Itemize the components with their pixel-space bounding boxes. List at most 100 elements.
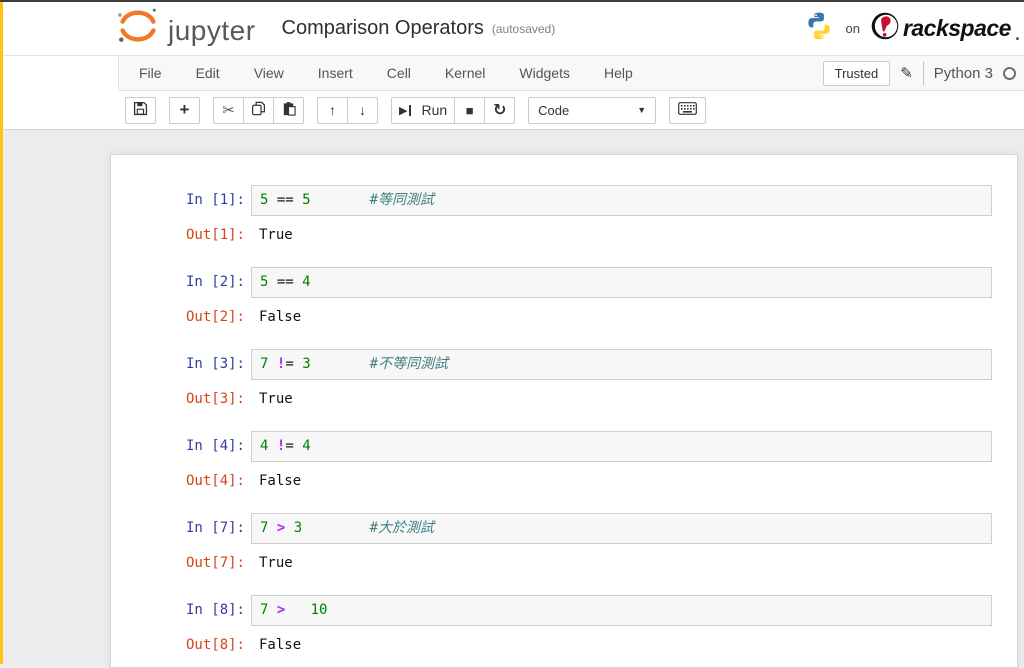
cell-output-row: Out[4]: False bbox=[111, 473, 1017, 490]
rackspace-logo-icon bbox=[871, 12, 899, 45]
rackspace-trademark-dot: . bbox=[1014, 24, 1020, 44]
notebook-cell: In [3]: 7 != 3 #不等同測試 Out[3]: True bbox=[111, 349, 1017, 408]
copy-button[interactable] bbox=[243, 96, 274, 124]
input-prompt: In [8]: bbox=[185, 602, 245, 618]
cell-input-row: In [4]: 4 != 4 bbox=[111, 431, 1017, 462]
menu-file[interactable]: File bbox=[125, 58, 176, 88]
output-text: False bbox=[259, 473, 302, 489]
output-text: True bbox=[259, 555, 293, 571]
code-line: 5 == 4 bbox=[260, 274, 311, 290]
jupyter-logo-icon bbox=[116, 6, 160, 51]
input-prompt: In [3]: bbox=[185, 356, 245, 372]
output-prompt: Out[2]: bbox=[185, 309, 245, 325]
code-input[interactable]: 7 > 10 bbox=[251, 595, 992, 626]
notebook-cell: In [4]: 4 != 4 Out[4]: False bbox=[111, 431, 1017, 490]
code-line: 5 == 5 #等同測試 bbox=[260, 192, 435, 208]
browser-top-edge bbox=[0, 0, 1024, 2]
cell-input-row: In [7]: 7 > 3 #大於測試 bbox=[111, 513, 1017, 544]
cell-output-row: Out[1]: True bbox=[111, 227, 1017, 244]
input-prompt: In [1]: bbox=[185, 192, 245, 208]
cell-type-value: Code bbox=[538, 102, 570, 118]
notebook-cell: In [7]: 7 > 3 #大於測試 Out[7]: True bbox=[111, 513, 1017, 572]
run-button-group: ▶ Run ■ ↻ bbox=[391, 96, 516, 124]
cut-button[interactable]: ✂ bbox=[213, 96, 244, 124]
notebook-body: In [1]: 5 == 5 #等同測試 Out[1]: True In [2]… bbox=[0, 130, 1024, 668]
menu-view[interactable]: View bbox=[240, 58, 298, 88]
notebook-title[interactable]: Comparison Operators bbox=[282, 17, 484, 40]
output-prompt: Out[4]: bbox=[185, 473, 245, 489]
output-text: True bbox=[259, 391, 293, 407]
output-text: True bbox=[259, 227, 293, 243]
run-button[interactable]: ▶ Run bbox=[391, 96, 456, 124]
left-accent-bar bbox=[0, 2, 3, 664]
code-input[interactable]: 7 > 3 #大於測試 bbox=[251, 513, 992, 544]
paste-icon bbox=[281, 101, 296, 119]
jupyter-logo[interactable]: jupyter bbox=[116, 6, 256, 51]
save-button[interactable] bbox=[125, 96, 156, 124]
notebook-header: jupyter Comparison Operators (autosaved)… bbox=[0, 0, 1024, 55]
interrupt-kernel-button[interactable]: ■ bbox=[454, 96, 486, 124]
notebook-cell: In [8]: 7 > 10 Out[8]: False bbox=[111, 595, 1017, 654]
cell-input-row: In [2]: 5 == 4 bbox=[111, 267, 1017, 298]
code-input[interactable]: 7 != 3 #不等同測試 bbox=[251, 349, 992, 380]
menu-kernel[interactable]: Kernel bbox=[431, 58, 499, 88]
notebook-page: In [1]: 5 == 5 #等同測試 Out[1]: True In [2]… bbox=[110, 154, 1018, 668]
on-label: on bbox=[845, 21, 860, 36]
copy-icon bbox=[251, 101, 266, 119]
arrow-up-icon: ↑ bbox=[329, 102, 336, 118]
code-line: 7 > 3 #大於測試 bbox=[260, 520, 435, 536]
notebook-cell: In [1]: 5 == 5 #等同測試 Out[1]: True bbox=[111, 185, 1017, 244]
run-icon: ▶ bbox=[399, 104, 412, 117]
kernel-idle-indicator-icon bbox=[1003, 66, 1016, 80]
cut-icon: ✂ bbox=[222, 102, 235, 119]
toolbar: + ✂ ↑ ↓ ▶ Run ■ ↻ Code ▼ bbox=[0, 91, 1024, 130]
command-palette-button[interactable] bbox=[669, 96, 707, 124]
output-text: False bbox=[259, 637, 302, 653]
output-text: False bbox=[259, 309, 302, 325]
rackspace-logo[interactable]: rackspace . bbox=[871, 12, 1020, 45]
chevron-down-icon: ▼ bbox=[637, 105, 647, 115]
input-prompt: In [7]: bbox=[185, 520, 245, 536]
pencil-icon[interactable]: ✎ bbox=[900, 64, 913, 82]
output-prompt: Out[8]: bbox=[185, 637, 245, 653]
cell-type-select[interactable]: Code ▼ bbox=[528, 96, 657, 124]
run-button-label: Run bbox=[421, 102, 448, 118]
move-button-group: ↑ ↓ bbox=[317, 96, 378, 124]
code-line: 4 != 4 bbox=[260, 438, 311, 454]
cell-input-row: In [3]: 7 != 3 #不等同測試 bbox=[111, 349, 1017, 380]
code-input[interactable]: 5 == 5 #等同測試 bbox=[251, 185, 992, 216]
output-prompt: Out[3]: bbox=[185, 391, 245, 407]
menu-insert[interactable]: Insert bbox=[304, 58, 367, 88]
restart-kernel-button[interactable]: ↻ bbox=[484, 96, 516, 124]
menu-widgets[interactable]: Widgets bbox=[505, 58, 584, 88]
edit-button-group: ✂ bbox=[213, 96, 304, 124]
cell-output-row: Out[2]: False bbox=[111, 309, 1017, 326]
cell-output-row: Out[8]: False bbox=[111, 637, 1017, 654]
plus-icon: + bbox=[179, 100, 190, 119]
trusted-button[interactable]: Trusted bbox=[822, 60, 891, 86]
cell-output-row: Out[3]: True bbox=[111, 391, 1017, 408]
cells: In [1]: 5 == 5 #等同測試 Out[1]: True In [2]… bbox=[111, 185, 1017, 654]
output-prompt: Out[1]: bbox=[185, 227, 245, 243]
menu-cell[interactable]: Cell bbox=[373, 58, 425, 88]
save-icon bbox=[133, 101, 148, 119]
move-cell-up-button[interactable]: ↑ bbox=[317, 96, 348, 124]
cell-output-row: Out[7]: True bbox=[111, 555, 1017, 572]
input-prompt: In [2]: bbox=[185, 274, 245, 290]
jupyter-logo-text: jupyter bbox=[168, 14, 256, 46]
code-input[interactable]: 5 == 4 bbox=[251, 267, 992, 298]
stop-icon: ■ bbox=[465, 102, 474, 118]
header-branding: on rackspace . bbox=[804, 11, 1020, 46]
autosave-status: (autosaved) bbox=[491, 21, 556, 36]
paste-button[interactable] bbox=[273, 96, 304, 124]
input-prompt: In [4]: bbox=[185, 438, 245, 454]
keyboard-icon bbox=[678, 102, 698, 118]
code-input[interactable]: 4 != 4 bbox=[251, 431, 992, 462]
move-cell-down-button[interactable]: ↓ bbox=[347, 96, 378, 124]
python-logo-icon[interactable] bbox=[804, 11, 834, 46]
kernel-divider bbox=[922, 61, 924, 85]
menu-help[interactable]: Help bbox=[590, 58, 647, 88]
add-cell-button[interactable]: + bbox=[169, 96, 200, 124]
menu-edit[interactable]: Edit bbox=[182, 58, 234, 88]
kernel-name: Python 3 bbox=[933, 64, 993, 82]
